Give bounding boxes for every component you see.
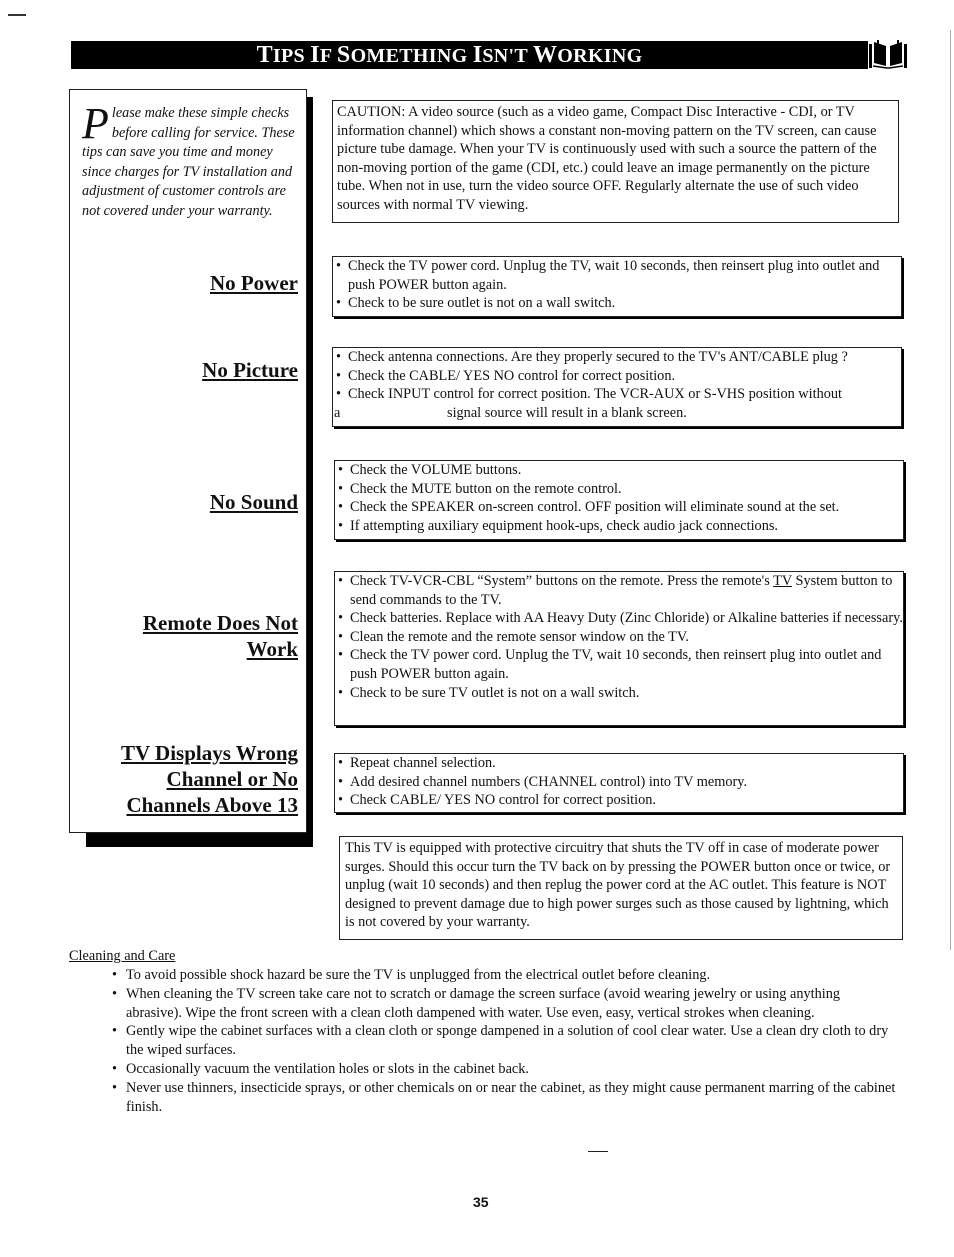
wrong-channel-list: Repeat channel selection. Add desired ch… — [335, 754, 903, 810]
continuation-text: signal source will result in a blank scr… — [447, 404, 687, 421]
list-item: Occasionally vacuum the ventilation hole… — [109, 1060, 899, 1079]
sidebar-shadow — [86, 832, 313, 847]
list-item: Check TV-VCR-CBL “System” buttons on the… — [335, 572, 903, 609]
no-power-list: Check the TV power cord. Unplug the TV, … — [333, 257, 901, 313]
scan-artifact — [8, 14, 26, 16]
heading-line: Channel or No — [166, 767, 298, 791]
intro-text: lease make these simple checks before ca… — [82, 105, 295, 219]
page-title: TIPS IF SOMETHING ISN'T WORKING — [257, 42, 643, 69]
sidebar-shadow — [306, 97, 313, 847]
dropcap: P — [82, 99, 109, 148]
title-fragment: SN'T — [482, 44, 533, 67]
list-item: If attempting auxiliary equipment hook-u… — [335, 517, 903, 536]
list-item: Check to be sure TV outlet is not on a w… — [335, 684, 903, 703]
title-letter: I — [472, 41, 483, 68]
list-item: Check the TV power cord. Unplug the TV, … — [335, 646, 903, 683]
heading-line: Remote Does Not — [142, 611, 298, 635]
cleaning-list: To avoid possible shock hazard be sure t… — [109, 966, 899, 1116]
no-picture-box: Check antenna connections. Are they prop… — [332, 347, 902, 427]
title-fragment: OMETHING — [350, 44, 473, 67]
list-item: Check CABLE/ YES NO control for correct … — [335, 791, 903, 810]
list-item: Clean the remote and the remote sensor w… — [335, 628, 903, 647]
surge-note-text: This TV is equipped with protective circ… — [345, 840, 891, 931]
sidebar-panel: Please make these simple checks before c… — [69, 89, 307, 833]
no-power-box: Check the TV power cord. Unplug the TV, … — [332, 256, 902, 317]
underlined-text: TV — [773, 573, 792, 589]
list-item: Check the CABLE/ YES NO control for corr… — [333, 367, 901, 386]
heading-no-power: No Power — [209, 271, 298, 295]
remote-box: Check TV-VCR-CBL “System” buttons on the… — [334, 571, 904, 726]
surge-note-box: This TV is equipped with protective circ… — [339, 836, 903, 940]
heading-wrong-channel: TV Displays Wrong Channel or No Channels… — [121, 740, 298, 818]
list-item: Check to be sure outlet is not on a wall… — [333, 294, 901, 313]
heading-no-sound: No Sound — [209, 490, 298, 514]
list-item: Gently wipe the cabinet surfaces with a … — [109, 1022, 899, 1060]
list-item: Check the SPEAKER on-screen control. OFF… — [335, 498, 903, 517]
wrong-channel-box: Repeat channel selection. Add desired ch… — [334, 753, 904, 813]
list-item: Add desired channel numbers (CHANNEL con… — [335, 773, 903, 792]
list-item: When cleaning the TV screen take care no… — [109, 985, 899, 1023]
heading-line: TV Displays Wrong — [120, 741, 298, 765]
list-item: Check INPUT control for correct position… — [333, 385, 901, 404]
title-letter: I — [310, 41, 320, 68]
page-title-bar: TIPS IF SOMETHING ISN'T WORKING — [71, 41, 868, 69]
continuation-prefix: a — [334, 404, 341, 421]
open-book-icon — [869, 40, 907, 69]
heading-line: Work — [246, 637, 298, 661]
divider — [588, 1151, 608, 1152]
list-item: Check batteries. Replace with AA Heavy D… — [335, 609, 903, 628]
scan-artifact — [950, 30, 951, 950]
no-picture-list: Check antenna connections. Are they prop… — [333, 348, 901, 404]
list-item: To avoid possible shock hazard be sure t… — [109, 966, 899, 985]
caution-text: CAUTION: A video source (such as a video… — [337, 104, 877, 213]
heading-line: Channels Above 13 — [126, 793, 298, 817]
continuation-line: a signal source will result in a blank s… — [333, 404, 901, 423]
title-fragment: F — [319, 44, 337, 67]
caution-box: CAUTION: A video source (such as a video… — [332, 100, 899, 223]
cleaning-title: Cleaning and Care — [69, 948, 176, 964]
list-item: Check the MUTE button on the remote cont… — [335, 480, 903, 499]
title-fragment: IPS — [272, 44, 311, 67]
list-item: Check antenna connections. Are they prop… — [333, 348, 901, 367]
intro-note: Please make these simple checks before c… — [82, 99, 300, 221]
list-item: Check the VOLUME buttons. — [335, 461, 903, 480]
page-number: 35 — [473, 1194, 489, 1210]
no-sound-box: Check the VOLUME buttons. Check the MUTE… — [334, 460, 904, 540]
title-letter: W — [532, 41, 558, 68]
heading-no-picture: No Picture — [202, 358, 298, 382]
title-letter: S — [336, 41, 351, 68]
title-letter: T — [256, 41, 273, 68]
title-fragment: ORKING — [557, 44, 643, 67]
list-item: Check the TV power cord. Unplug the TV, … — [333, 257, 901, 294]
remote-list: Check TV-VCR-CBL “System” buttons on the… — [335, 572, 903, 702]
list-item: Never use thinners, insecticide sprays, … — [109, 1079, 899, 1117]
list-item: Repeat channel selection. — [335, 754, 903, 773]
text-fragment: Check TV-VCR-CBL “System” buttons on the… — [350, 573, 774, 589]
heading-remote-does-not-work: Remote Does Not Work — [143, 610, 298, 662]
no-sound-list: Check the VOLUME buttons. Check the MUTE… — [335, 461, 903, 535]
